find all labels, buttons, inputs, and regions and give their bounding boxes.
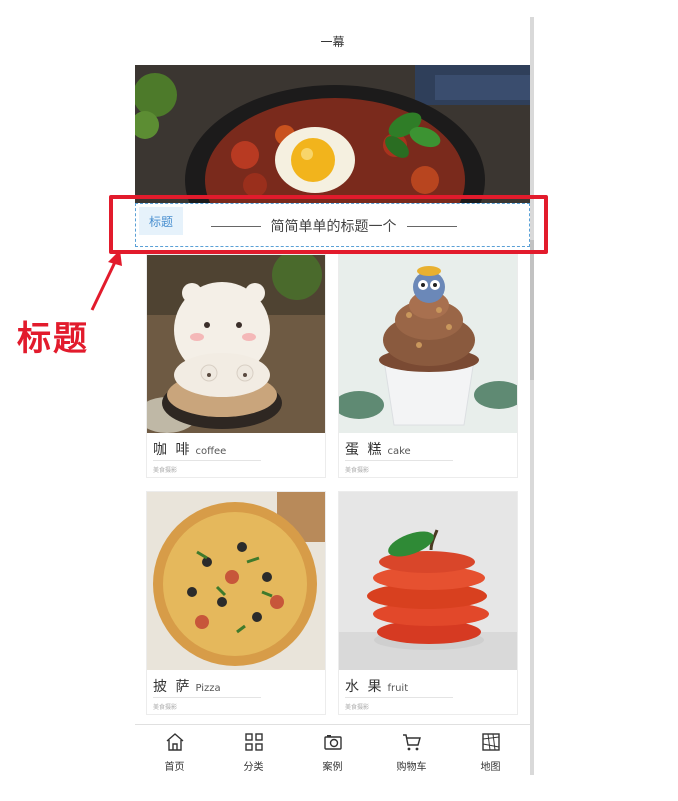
scrollbar-track[interactable] — [530, 17, 534, 775]
card-subtitle: 美食摄影 — [153, 704, 178, 711]
card-name: 披 萨 Pizza — [153, 679, 221, 695]
scrollbar-thumb[interactable] — [530, 240, 534, 380]
page-title: 一幕 — [320, 34, 345, 49]
card-divider — [345, 460, 453, 461]
card-name: 咖 啡 coffee — [153, 442, 227, 458]
bottom-nav: 首页 分类 案例 购物车 地图 — [135, 724, 530, 775]
nav-item-category[interactable]: 分类 — [214, 725, 293, 775]
cake-image — [339, 255, 517, 433]
card-divider — [345, 697, 453, 698]
nav-item-map[interactable]: 地图 — [451, 725, 530, 775]
annotation-arrow-icon — [90, 250, 122, 311]
annotation-label: 标题 — [17, 319, 89, 359]
annotation-highlight-box — [109, 195, 548, 254]
nav-item-cases[interactable]: 案例 — [293, 725, 372, 775]
card-divider — [153, 697, 261, 698]
product-card-cake[interactable]: 蛋 糕 cake 美食摄影 — [338, 254, 518, 478]
nav-item-home[interactable]: 首页 — [135, 725, 214, 775]
grid-icon — [244, 733, 263, 751]
phone-screen: 一幕 标题 简简单单的标题一个 咖 啡 coffee 美食摄影 蛋 糕 cake… — [135, 17, 530, 775]
product-card-pizza[interactable]: 披 萨 Pizza 美食摄影 — [146, 491, 326, 715]
coffee-image — [147, 255, 325, 433]
nav-item-cart[interactable]: 购物车 — [372, 725, 451, 775]
cart-icon — [402, 734, 421, 751]
hero-banner-image[interactable] — [135, 65, 530, 205]
card-subtitle: 美食摄影 — [153, 467, 178, 474]
home-icon — [166, 733, 183, 751]
card-subtitle: 美食摄影 — [345, 467, 370, 474]
product-card-fruit[interactable]: 水 果 fruit 美食摄影 — [338, 491, 518, 715]
pizza-image — [147, 492, 325, 670]
camera-icon — [323, 735, 342, 750]
card-name: 蛋 糕 cake — [345, 442, 411, 458]
header-bar: 一幕 — [135, 17, 530, 65]
fruit-image — [339, 492, 517, 670]
product-card-coffee[interactable]: 咖 啡 coffee 美食摄影 — [146, 254, 326, 478]
map-icon — [481, 733, 500, 751]
card-name: 水 果 fruit — [345, 679, 409, 695]
card-subtitle: 美食摄影 — [345, 704, 370, 711]
card-divider — [153, 460, 261, 461]
